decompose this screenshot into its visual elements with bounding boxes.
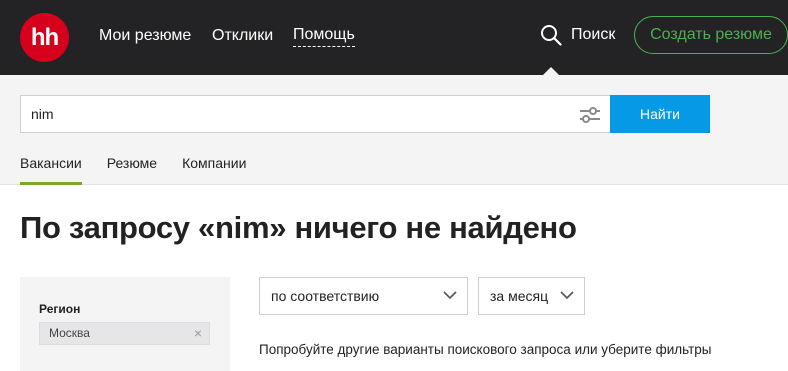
tab-resumes[interactable]: Резюме: [107, 155, 157, 185]
nav-help[interactable]: Помощь: [293, 25, 355, 47]
magnifier-icon: [541, 25, 562, 46]
sort-select-value: по соответствию: [271, 288, 380, 304]
search-pointer-caret: [543, 67, 559, 75]
hh-logo[interactable]: hh: [20, 13, 69, 62]
chevron-down-icon: [443, 291, 457, 300]
page: hh Мои резюме Отклики Помощь Поиск Созда…: [0, 0, 788, 371]
top-header: hh Мои резюме Отклики Помощь Поиск Созда…: [0, 0, 788, 75]
nav-responses[interactable]: Отклики: [212, 25, 273, 47]
region-label: Регион: [39, 302, 81, 316]
sliders-icon[interactable]: [579, 105, 601, 125]
period-select[interactable]: за месяц: [478, 277, 585, 315]
search-input[interactable]: [31, 96, 571, 132]
tab-companies[interactable]: Компании: [182, 155, 246, 185]
sort-select[interactable]: по соответствию: [259, 277, 468, 315]
region-chip: Москва ×: [39, 322, 210, 345]
region-chip-label: Москва: [49, 326, 90, 340]
nav-my-resumes[interactable]: Мои резюме: [99, 25, 191, 47]
create-resume-button[interactable]: Создать резюме: [634, 16, 788, 54]
page-title: По запросу «nim» ничего не найдено: [20, 210, 577, 245]
chevron-down-icon: [560, 291, 574, 300]
filters-sidebar: Регион Москва ×: [20, 277, 230, 371]
search-field: [20, 95, 611, 133]
tab-vacancies[interactable]: Вакансии: [20, 155, 82, 185]
find-button[interactable]: Найти: [610, 95, 710, 133]
search-toggle[interactable]: Поиск: [540, 22, 615, 48]
search-toggle-label: Поиск: [571, 26, 616, 43]
close-icon[interactable]: ×: [194, 323, 202, 344]
period-select-value: за месяц: [490, 288, 549, 304]
no-results-hint: Попробуйте другие варианты поискового за…: [259, 342, 712, 357]
search-panel: Найти Вакансии Резюме Компании: [0, 75, 788, 185]
search-tabs: Вакансии Резюме Компании: [20, 155, 271, 185]
